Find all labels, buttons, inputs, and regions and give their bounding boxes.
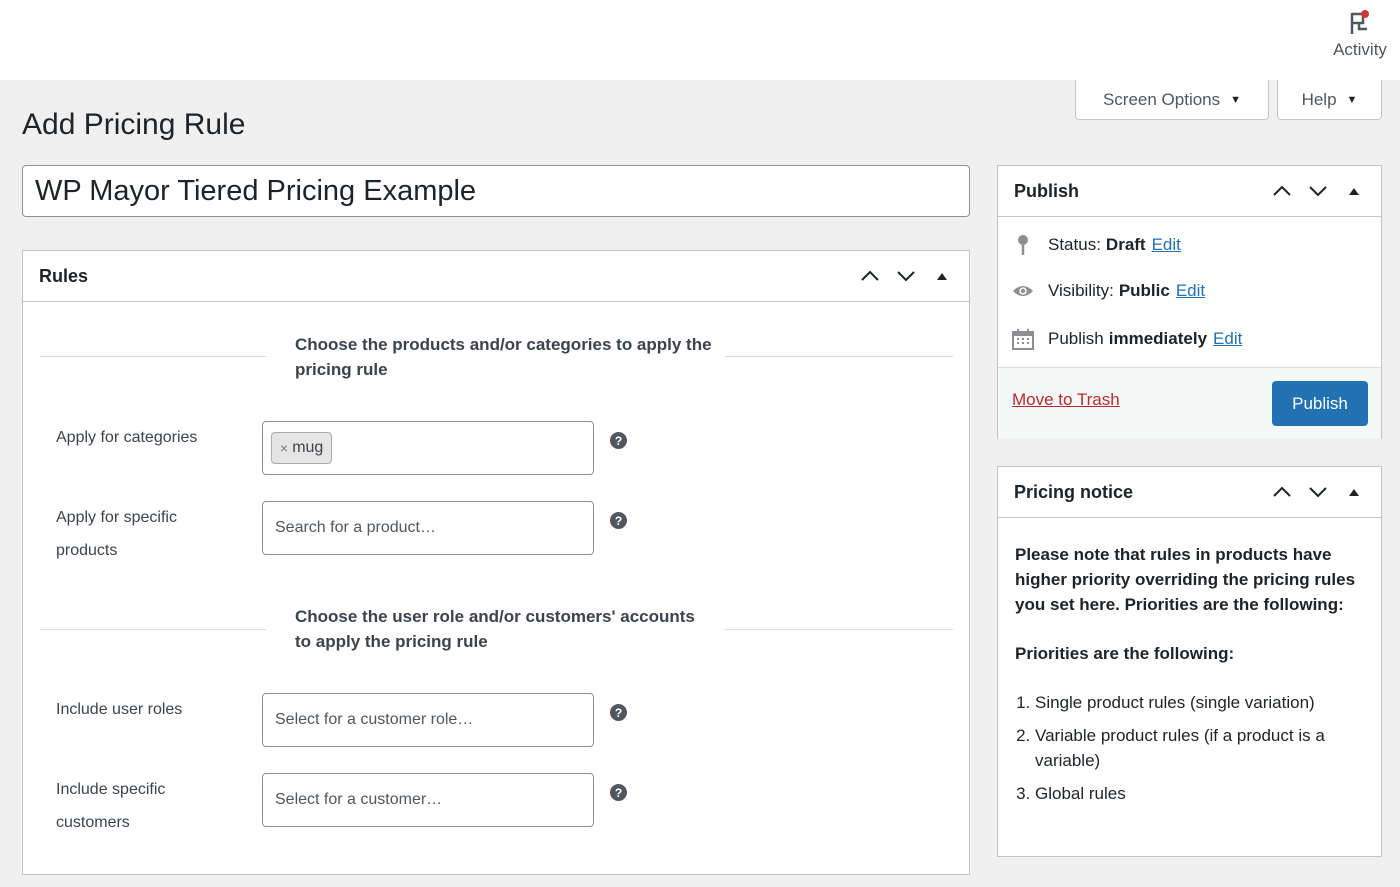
products-section-heading: Choose the products and/or categories to… [295,335,712,379]
customers-select[interactable] [262,773,594,827]
section-divider [40,629,266,630]
priority-list: Single product rules (single variation) … [1015,690,1365,806]
chevron-down-icon [897,271,915,282]
product-search-input[interactable] [275,519,581,537]
move-down-button[interactable] [895,265,917,287]
postbox-handles [859,265,953,287]
edit-schedule-link[interactable]: Edit [1213,329,1242,349]
tag-remove-button[interactable]: × [280,440,288,456]
section-divider [40,356,266,357]
list-item: Variable product rules (if a product is … [1035,723,1365,773]
triangle-up-icon [937,273,947,280]
categories-select[interactable]: × mug [262,421,594,475]
screen-options-tab[interactable]: Screen Options ▼ [1075,80,1269,120]
customers-label: Include specific customers [56,781,166,831]
chevron-down-icon [1309,186,1327,197]
chevron-down-icon [1309,487,1327,498]
move-to-trash-link[interactable]: Move to Trash [1012,390,1120,410]
users-section-heading: Choose the user role and/or customers' a… [295,607,695,651]
section-divider [725,356,953,357]
postbox-handles [1271,180,1365,202]
move-down-button[interactable] [1307,481,1329,503]
visibility-row: Visibility: Public Edit [1012,281,1205,301]
chevron-up-icon [1273,486,1291,497]
visibility-value: Public [1118,281,1170,300]
toggle-panel-button[interactable] [1343,481,1365,503]
rule-title-input[interactable] [22,165,970,217]
pricing-notice-header: Pricing notice [998,467,1381,518]
chevron-up-icon [1273,185,1291,196]
category-tag-label: mug [292,439,324,456]
role-search-input[interactable] [275,711,581,729]
notification-dot [1361,10,1369,18]
eye-icon [1012,283,1034,299]
page-title: Add Pricing Rule [22,108,246,141]
move-up-button[interactable] [1271,180,1293,202]
top-bar: Activity [0,0,1400,80]
help-icon[interactable]: ? [610,704,627,721]
rules-postbox-header: Rules [23,251,969,302]
publish-heading: Publish [1014,180,1080,201]
toggle-panel-button[interactable] [1343,180,1365,202]
pin-icon [1012,234,1034,256]
schedule-label: Publish [1048,329,1104,348]
edit-status-link[interactable]: Edit [1152,235,1181,255]
postbox-handles [1271,481,1365,503]
publish-button[interactable]: Publish [1272,381,1368,426]
publish-postbox-header: Publish [998,166,1381,217]
activity-button[interactable]: Activity [1328,10,1392,60]
notice-paragraph: Please note that rules in products have … [1015,545,1356,614]
category-tag: × mug [271,432,333,464]
help-icon[interactable]: ? [610,784,627,801]
screen-options-label: Screen Options [1102,89,1221,109]
move-up-button[interactable] [859,265,881,287]
status-label: Status: [1048,235,1101,254]
caret-down-icon: ▼ [1230,93,1242,106]
publish-actions: Move to Trash Publish [998,367,1381,439]
visibility-label: Visibility: [1048,281,1114,300]
products-select[interactable] [262,501,594,555]
roles-label: Include user roles [56,701,183,718]
schedule-row: Publish immediately Edit [1012,328,1242,350]
help-icon[interactable]: ? [610,432,627,449]
categories-label: Apply for categories [56,429,198,446]
pricing-notice-body: Please note that rules in products have … [1015,542,1365,814]
list-item: Global rules [1035,781,1365,806]
schedule-value: immediately [1108,329,1208,348]
edit-visibility-link[interactable]: Edit [1176,281,1205,301]
rules-postbox: Rules Choose the products and/or categor… [22,250,970,875]
help-label: Help [1301,89,1337,109]
customer-search-input[interactable] [275,791,581,809]
status-value: Draft [1105,235,1146,254]
help-icon[interactable]: ? [610,512,627,529]
section-divider [725,629,953,630]
products-label: Apply for specific products [56,509,177,559]
status-row: Status: Draft Edit [1012,234,1181,256]
activity-label: Activity [1333,40,1387,59]
publish-postbox: Publish Status: Draft Edit Visibility: P… [997,165,1382,439]
chevron-up-icon [861,270,879,281]
triangle-up-icon [1349,489,1359,496]
move-down-button[interactable] [1307,180,1329,202]
notice-subheading: Priorities are the following: [1015,644,1235,663]
rules-heading: Rules [39,265,89,286]
help-tab[interactable]: Help ▼ [1277,80,1382,120]
list-item: Single product rules (single variation) [1035,690,1365,715]
move-up-button[interactable] [1271,481,1293,503]
pricing-notice-postbox: Pricing notice Please note that rules in… [997,466,1382,857]
calendar-icon [1012,328,1034,350]
caret-down-icon: ▼ [1346,93,1358,106]
toggle-panel-button[interactable] [931,265,953,287]
pricing-notice-heading: Pricing notice [1014,481,1134,502]
roles-select[interactable] [262,693,594,747]
triangle-up-icon [1349,188,1359,195]
